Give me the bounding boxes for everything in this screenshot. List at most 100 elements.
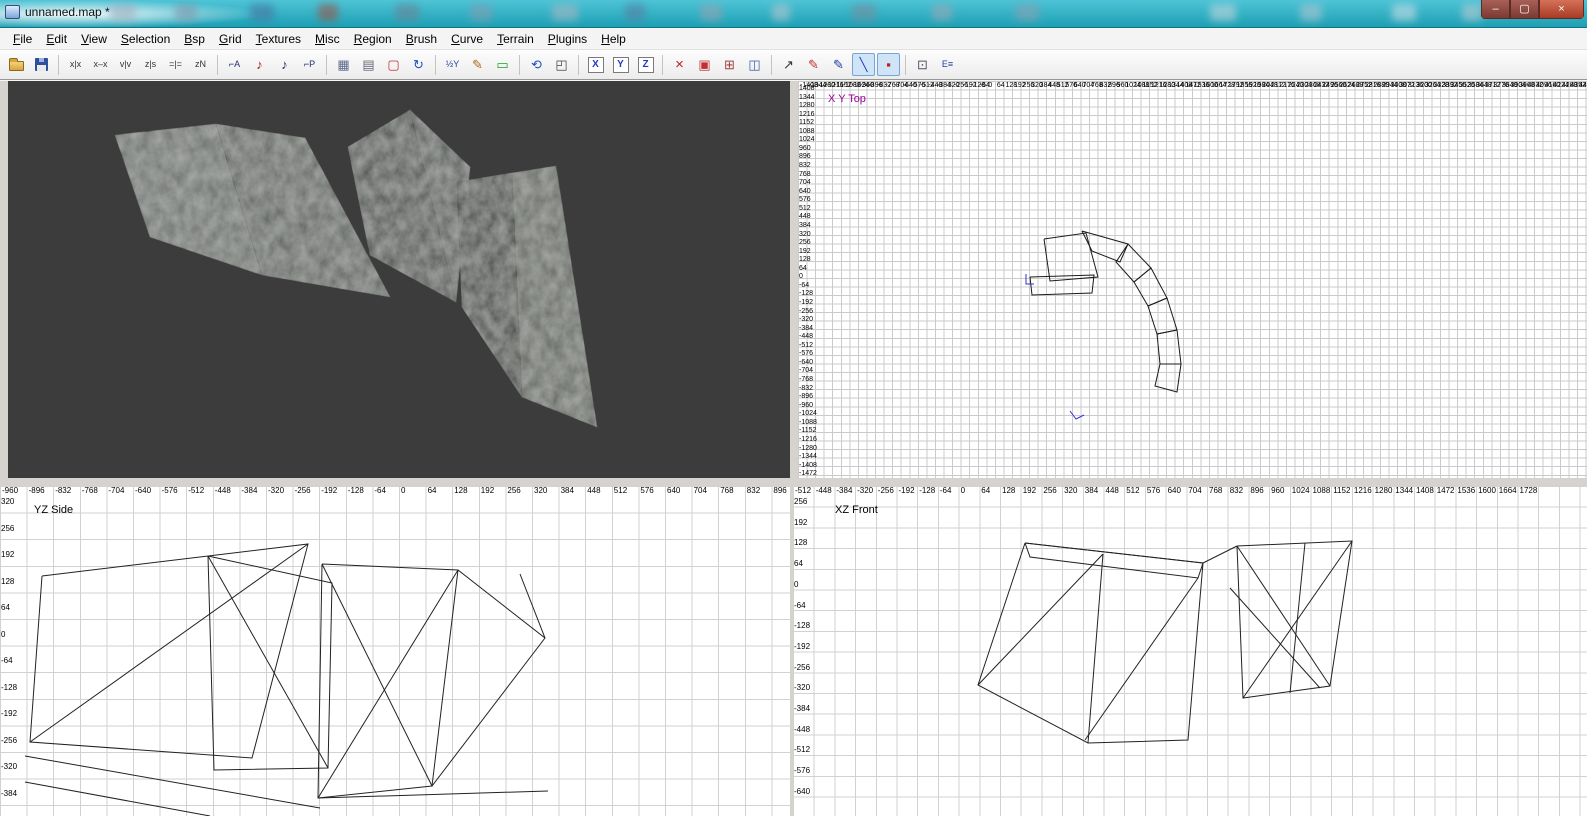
ruler-tick: 576 bbox=[799, 196, 811, 203]
menu-help[interactable]: Help bbox=[594, 29, 633, 49]
ruler-tick: -512 bbox=[188, 487, 204, 495]
wireframe-brush bbox=[1070, 411, 1084, 419]
selection-rect-button[interactable]: ▭ bbox=[491, 53, 514, 76]
viewport-xz-front[interactable]: -512-448-384-320-256-192-128-64064128192… bbox=[793, 486, 1587, 816]
ruler-tick: -1024 bbox=[799, 410, 817, 417]
ruler-tick: 256 bbox=[1043, 487, 1056, 495]
menu-bsp[interactable]: Bsp bbox=[177, 29, 212, 49]
ruler-tick: 704 bbox=[694, 487, 707, 495]
menu-edit[interactable]: Edit bbox=[39, 29, 74, 49]
menu-textures[interactable]: Textures bbox=[249, 29, 308, 49]
line-tool-button[interactable]: ╲ bbox=[852, 53, 875, 76]
menu-brush[interactable]: Brush bbox=[399, 29, 444, 49]
flip-x-icon: x|x bbox=[70, 58, 81, 71]
ruler-tick: 64 bbox=[799, 265, 807, 272]
entity-report-button[interactable]: E≡ bbox=[936, 53, 959, 76]
ruler-tick: -128 bbox=[799, 290, 813, 297]
ruler-tick: 0 bbox=[988, 82, 992, 89]
viewport-yz-side[interactable]: -960-896-832-768-704-640-576-512-448-384… bbox=[0, 486, 790, 816]
ruler-tick: -64 bbox=[940, 487, 952, 495]
ruler-tick: -1216 bbox=[799, 436, 817, 443]
flip-y-button[interactable]: x–x bbox=[89, 53, 112, 76]
flip-z-button[interactable]: v|v bbox=[114, 53, 137, 76]
ruler-tick: 1088 bbox=[1313, 487, 1331, 495]
texture-browser-button[interactable]: ◫ bbox=[743, 53, 766, 76]
line-tool-icon: ╲ bbox=[860, 58, 868, 71]
maximize-button[interactable]: ▢ bbox=[1510, 0, 1539, 19]
menu-file[interactable]: File bbox=[6, 29, 39, 49]
ruler-tick: 1600 bbox=[1478, 487, 1496, 495]
ruler-tick: -896 bbox=[29, 487, 45, 495]
resize-brush-button[interactable]: ⊡ bbox=[911, 53, 934, 76]
ruler-tick: 1664 bbox=[1499, 487, 1517, 495]
vertex-edit-button[interactable]: ▪ bbox=[877, 53, 900, 76]
rotate-z-button[interactable]: zN bbox=[189, 53, 212, 76]
menu-bar: FileEditViewSelectionBspGridTexturesMisc… bbox=[0, 28, 1587, 50]
pen-tool-button[interactable]: ✎ bbox=[827, 53, 850, 76]
ruler-tick: 4416 bbox=[1579, 82, 1587, 89]
copy-brush-button[interactable]: ▤ bbox=[357, 53, 380, 76]
grid-toggle-button[interactable]: ▦ bbox=[332, 53, 355, 76]
texture-note-blue-button[interactable]: ♪ bbox=[273, 53, 296, 76]
menu-grid[interactable]: Grid bbox=[212, 29, 249, 49]
face-select-button[interactable]: ▣ bbox=[693, 53, 716, 76]
ruler-tick: 192 bbox=[799, 248, 811, 255]
menu-region[interactable]: Region bbox=[347, 29, 399, 49]
wireframe-brush bbox=[1237, 541, 1352, 698]
close-button[interactable]: × bbox=[1539, 0, 1584, 19]
open-map-button[interactable] bbox=[5, 53, 28, 76]
axis-x-button[interactable]: X bbox=[584, 53, 607, 76]
zoom-window-button[interactable]: ◰ bbox=[550, 53, 573, 76]
ruler-tick: 512 bbox=[614, 487, 627, 495]
entity-arrow-button[interactable]: ↗ bbox=[777, 53, 800, 76]
entity-report-icon: E≡ bbox=[942, 58, 953, 71]
axis-z-button[interactable]: Z bbox=[634, 53, 657, 76]
flag-a-button[interactable]: ⌐A bbox=[223, 53, 246, 76]
ruler-tick: -192 bbox=[799, 299, 813, 306]
ruler-tick: 320 bbox=[799, 231, 811, 238]
ruler-tick: 448 bbox=[587, 487, 600, 495]
ruler-tick: 64 bbox=[997, 82, 1005, 89]
toolbar: x|xx–xv|vz|s=|=zN⌐A♪♪⌐P▦▤▢↻½Y✎▭⟲◰XYZ×▣⊞◫… bbox=[0, 50, 1587, 80]
layer-stack-button[interactable]: ⊞ bbox=[718, 53, 741, 76]
ruler-tick: 384 bbox=[1085, 487, 1098, 495]
blur-icon-decoration bbox=[772, 4, 790, 21]
ruler-tick: -384 bbox=[799, 325, 813, 332]
edit-wand-button[interactable]: ✎ bbox=[466, 53, 489, 76]
menu-selection[interactable]: Selection bbox=[114, 29, 177, 49]
csg-subtract-button[interactable]: × bbox=[668, 53, 691, 76]
texture-note-red-button[interactable]: ♪ bbox=[248, 53, 271, 76]
menu-curve[interactable]: Curve bbox=[444, 29, 490, 49]
blur-icon-decoration bbox=[1210, 4, 1236, 21]
ruler-tick: 64 bbox=[981, 487, 990, 495]
menu-plugins[interactable]: Plugins bbox=[541, 29, 594, 49]
rotate-y-button[interactable]: =|= bbox=[164, 53, 187, 76]
ruler-tick: 960 bbox=[1271, 487, 1284, 495]
scale-half-y-icon: ½Y bbox=[446, 58, 460, 71]
viewport-3d-textured[interactable] bbox=[8, 81, 790, 478]
menu-terrain[interactable]: Terrain bbox=[490, 29, 541, 49]
ruler-tick: 320 bbox=[1, 498, 14, 506]
pan-view-button[interactable]: ⟲ bbox=[525, 53, 548, 76]
ruler-tick: 704 bbox=[799, 179, 811, 186]
path-tool-icon: ✎ bbox=[808, 58, 819, 71]
ruler-tick: -192 bbox=[899, 487, 915, 495]
minimize-button[interactable]: – bbox=[1481, 0, 1510, 19]
axis-y-button[interactable]: Y bbox=[609, 53, 632, 76]
rotate-view-button[interactable]: ↻ bbox=[407, 53, 430, 76]
ruler-tick: 640 bbox=[799, 188, 811, 195]
wireframe-brush bbox=[1088, 554, 1103, 743]
path-tool-button[interactable]: ✎ bbox=[802, 53, 825, 76]
rotate-x-button[interactable]: z|s bbox=[139, 53, 162, 76]
viewport-xy-top[interactable]: -1408-1344-1280-1216-1152-1088-1024-960-… bbox=[798, 81, 1587, 478]
ruler-tick: -128 bbox=[348, 487, 364, 495]
blur-icon-decoration bbox=[552, 4, 578, 21]
flag-p-button[interactable]: ⌐P bbox=[298, 53, 321, 76]
menu-misc[interactable]: Misc bbox=[308, 29, 347, 49]
menu-view[interactable]: View bbox=[74, 29, 114, 49]
paste-special-button[interactable]: ▢ bbox=[382, 53, 405, 76]
flip-x-button[interactable]: x|x bbox=[64, 53, 87, 76]
save-map-button[interactable] bbox=[30, 53, 53, 76]
csg-subtract-icon: × bbox=[675, 58, 684, 71]
scale-half-y-button[interactable]: ½Y bbox=[441, 53, 464, 76]
